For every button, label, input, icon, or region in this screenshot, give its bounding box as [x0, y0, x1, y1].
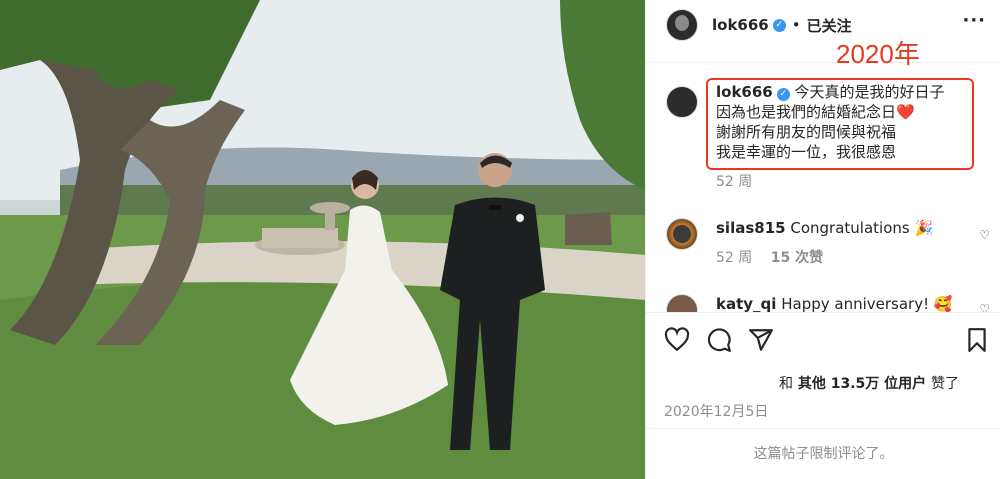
comment-item: silas815 Congratulations 🎉 52 周 15 次赞	[666, 218, 933, 268]
likes-summary[interactable]: 和 其他 13.5万 位用户 赞了	[779, 373, 959, 393]
author-username[interactable]: lok666	[712, 16, 769, 34]
post-date[interactable]: 2020年12月5日	[664, 401, 768, 421]
caption-highlight-box	[706, 78, 974, 170]
comment-body: Congratulations 🎉	[790, 219, 934, 237]
comment-meta: 52 周 15 次赞	[716, 248, 933, 268]
caption-avatar[interactable]	[666, 86, 698, 118]
comment-author[interactable]: silas815	[716, 219, 786, 237]
likes-suffix: 赞了	[931, 376, 960, 392]
caption-age[interactable]: 52 周	[716, 174, 752, 190]
caption-meta: 52 周	[716, 172, 945, 192]
comment-item: katy_qi Happy anniversary! 🥰	[666, 294, 953, 312]
comment-author[interactable]: katy_qi	[716, 295, 776, 312]
comment-icon[interactable]	[706, 327, 732, 353]
instagram-post: lok666 ✓ • 已关注 ··· lok666 ✓ 今天真的是我的好日子 因為…	[0, 0, 1000, 479]
header-divider	[646, 62, 1000, 63]
comment-age[interactable]: 52 周	[716, 250, 752, 266]
separator-dot: •	[791, 16, 801, 34]
year-annotation: 2020年	[836, 39, 920, 69]
bookmark-icon[interactable]	[964, 327, 990, 353]
follow-status-button[interactable]: 已关注	[807, 15, 852, 36]
post-header: lok666 ✓ • 已关注	[646, 0, 1000, 50]
action-bar	[646, 312, 1000, 367]
author-avatar[interactable]	[666, 9, 698, 41]
comment-like-heart-icon[interactable]: ♡	[979, 228, 990, 242]
comment-likes[interactable]: 15 次赞	[771, 250, 823, 266]
share-icon[interactable]	[748, 327, 774, 353]
wedding-photo-image	[0, 0, 645, 479]
heart-icon[interactable]	[664, 327, 690, 353]
comments-restricted-notice: 这篇帖子限制评论了。	[646, 428, 1000, 479]
commenter-avatar[interactable]	[666, 294, 698, 312]
post-side-panel: lok666 ✓ • 已关注 ··· lok666 ✓ 今天真的是我的好日子 因為…	[645, 0, 1000, 479]
comment-text: katy_qi Happy anniversary! 🥰	[716, 294, 953, 312]
commenter-avatar[interactable]	[666, 218, 698, 250]
more-icon[interactable]: ···	[962, 10, 986, 31]
likes-count[interactable]: 其他 13.5万 位用户	[798, 376, 926, 392]
post-photo[interactable]	[0, 0, 645, 479]
likes-prefix: 和	[779, 376, 793, 392]
verified-icon: ✓	[772, 18, 786, 32]
comment-body: Happy anniversary! 🥰	[781, 295, 953, 312]
comment-text: silas815 Congratulations 🎉	[716, 218, 933, 238]
